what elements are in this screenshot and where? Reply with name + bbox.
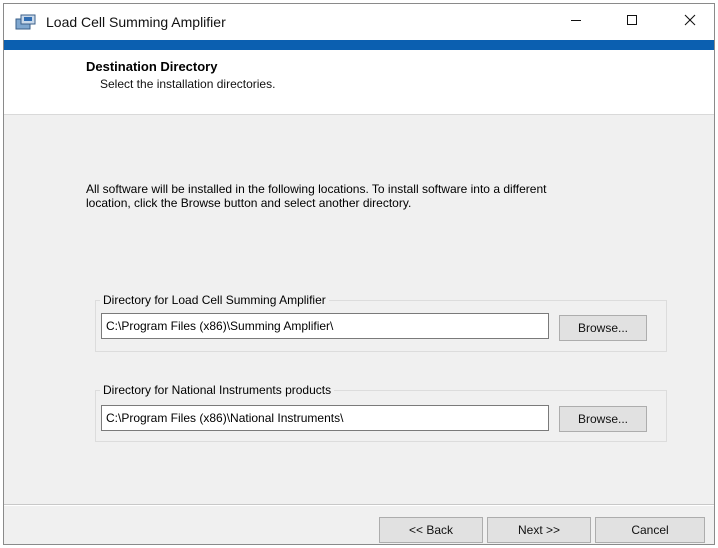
installer-window: Load Cell Summing Amplifier Destination … xyxy=(3,3,715,545)
back-button[interactable]: << Back xyxy=(379,517,483,543)
page-title: Destination Directory xyxy=(86,59,218,74)
installer-icon xyxy=(15,13,37,31)
maximize-icon xyxy=(626,13,638,31)
description-text: All software will be installed in the fo… xyxy=(86,182,547,210)
maximize-button[interactable] xyxy=(608,4,656,40)
browse-button-ni[interactable]: Browse... xyxy=(559,406,647,432)
footer-divider-highlight xyxy=(4,505,714,506)
directory-label-ni: Directory for National Instruments produ… xyxy=(100,383,335,397)
directory-input-ni[interactable] xyxy=(101,405,549,431)
next-button[interactable]: Next >> xyxy=(487,517,591,543)
browse-button-amplifier[interactable]: Browse... xyxy=(559,315,647,341)
page-header: Destination Directory Select the install… xyxy=(4,50,714,115)
directory-input-amplifier[interactable] xyxy=(101,313,549,339)
accent-bar xyxy=(4,40,714,50)
close-button[interactable] xyxy=(666,4,714,40)
page-subtitle: Select the installation directories. xyxy=(100,77,276,91)
directory-label-amplifier: Directory for Load Cell Summing Amplifie… xyxy=(100,293,329,307)
title-bar[interactable]: Load Cell Summing Amplifier xyxy=(4,4,714,40)
close-icon xyxy=(684,13,696,31)
cancel-button[interactable]: Cancel xyxy=(595,517,705,543)
minimize-button[interactable] xyxy=(552,4,600,40)
window-title: Load Cell Summing Amplifier xyxy=(46,14,226,30)
minimize-icon xyxy=(570,13,582,31)
